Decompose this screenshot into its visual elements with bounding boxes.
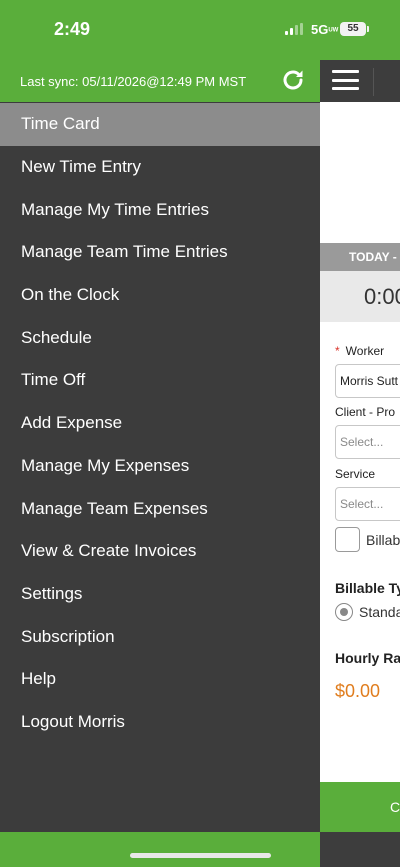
menu-item-schedule[interactable]: Schedule [0,316,320,359]
status-bar: 2:49 5GUW 55 [0,0,400,60]
background-time-card-screen: TODAY - 0:00 *Worker Morris Sutt Client … [320,0,400,867]
hamburger-menu-icon[interactable] [332,70,359,90]
menu-item-manage-team-expenses[interactable]: Manage Team Expenses [0,487,320,530]
home-indicator [130,853,271,858]
standard-radio[interactable] [335,603,353,621]
drawer-bottom-bar [0,832,320,867]
header-divider [373,68,374,96]
worker-field[interactable]: Morris Sutt [335,364,400,398]
last-sync-text: Last sync: 05/11/2026@12:49 PM MST [20,74,247,89]
cellular-signal-icon [285,23,305,35]
menu-item-view-create-invoices[interactable]: View & Create Invoices [0,530,320,573]
worker-label: * Worker [335,344,385,358]
navigation-drawer: Last sync: 05/11/2026@12:49 PM MST Time … [0,0,320,867]
network-type: 5GUW [311,22,339,37]
billable-type-title: Billable Ty [335,580,400,596]
client-project-select[interactable]: Select... [335,425,400,459]
required-asterisk: * [335,344,340,358]
menu-item-help[interactable]: Help [0,658,320,701]
menu-item-subscription[interactable]: Subscription [0,615,320,658]
app-header [320,60,400,102]
menu-item-new-time-entry[interactable]: New Time Entry [0,146,320,189]
menu-item-time-off[interactable]: Time Off [0,359,320,402]
menu-item-on-the-clock[interactable]: On the Clock [0,274,320,317]
menu-item-manage-team-time-entries[interactable]: Manage Team Time Entries [0,231,320,274]
app-bottom-bar [320,832,400,867]
bottom-action-button[interactable]: C [320,782,400,832]
billable-checkbox[interactable] [335,527,360,552]
menu-item-add-expense[interactable]: Add Expense [0,402,320,445]
menu-item-manage-my-time-entries[interactable]: Manage My Time Entries [0,188,320,231]
status-time: 2:49 [54,19,91,39]
hourly-rate-value: $0.00 [335,681,381,701]
billable-label: Billab [366,532,400,548]
menu-item-manage-my-expenses[interactable]: Manage My Expenses [0,445,320,488]
client-project-label: Client - Pro [335,405,396,419]
refresh-icon[interactable] [280,67,306,93]
service-label: Service [335,467,376,481]
menu-item-settings[interactable]: Settings [0,573,320,616]
standard-radio-label: Standa [359,604,400,620]
menu-item-logout[interactable]: Logout Morris [0,701,320,744]
hourly-rate-title: Hourly Ra [335,650,400,666]
today-bar: TODAY - [320,243,400,271]
drawer-menu: Time Card New Time Entry Manage My Time … [0,103,320,743]
service-select[interactable]: Select... [335,487,400,521]
menu-item-time-card[interactable]: Time Card [0,103,320,146]
battery-icon: 55 [340,22,369,36]
timer-display: 0:00 [320,271,400,322]
